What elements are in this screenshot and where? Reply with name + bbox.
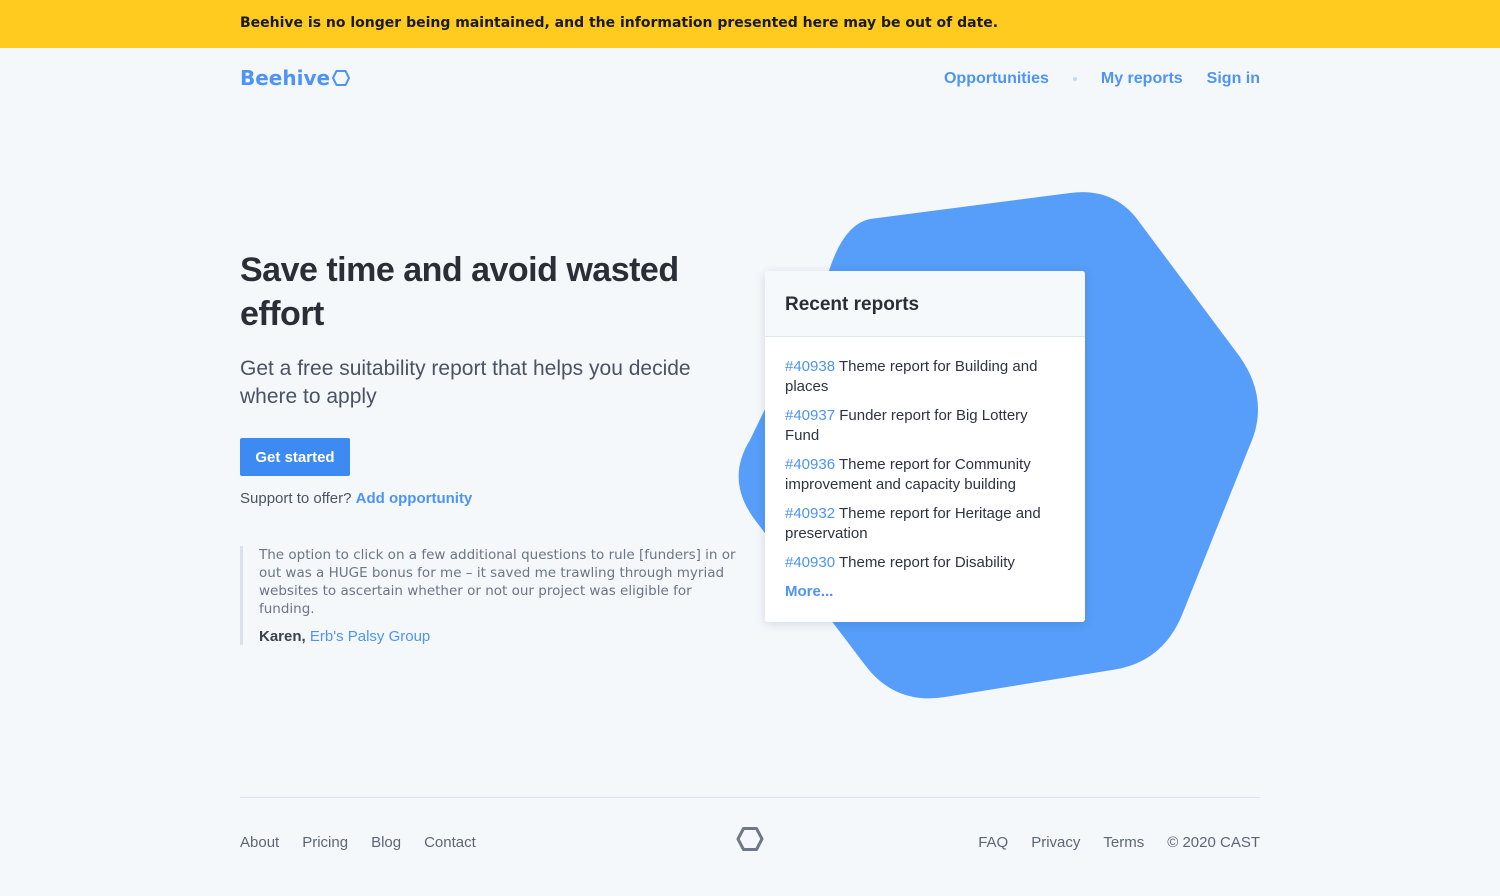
footer-link-faq[interactable]: FAQ bbox=[978, 834, 1008, 851]
footer-divider bbox=[240, 797, 1260, 798]
recent-reports-card: Recent reports #40938 Theme report for B… bbox=[765, 271, 1085, 622]
main-nav: Opportunities My reports Sign in bbox=[944, 70, 1260, 88]
report-id-link[interactable]: #40938 bbox=[785, 358, 835, 375]
footer-nav-left: About Pricing Blog Contact bbox=[240, 834, 499, 851]
more-reports-link[interactable]: More... bbox=[785, 583, 833, 600]
list-item: #40936 Theme report for Community improv… bbox=[785, 455, 1065, 495]
nav-sign-in[interactable]: Sign in bbox=[1207, 70, 1260, 88]
hero-subtitle: Get a free suitability report that helps… bbox=[240, 357, 691, 408]
nav-separator bbox=[1072, 77, 1077, 81]
get-started-button[interactable]: Get started bbox=[240, 438, 350, 476]
testimonial-quote: The option to click on a few additional … bbox=[259, 547, 736, 617]
add-opportunity-link[interactable]: Add opportunity bbox=[356, 490, 473, 507]
support-line: Support to offer? Add opportunity bbox=[240, 490, 472, 507]
support-text: Support to offer? bbox=[240, 490, 352, 507]
report-id-link[interactable]: #40932 bbox=[785, 505, 835, 522]
hexagon-icon bbox=[736, 827, 764, 851]
footer-link-contact[interactable]: Contact bbox=[424, 834, 476, 851]
logo-text: Beehive bbox=[240, 66, 331, 90]
recent-reports-list: #40938 Theme report for Building and pla… bbox=[765, 337, 1085, 573]
footer-link-blog[interactable]: Blog bbox=[371, 834, 401, 851]
nav-opportunities[interactable]: Opportunities bbox=[944, 70, 1049, 88]
report-description: Theme report for Disability bbox=[838, 554, 1015, 571]
list-item: #40937 Funder report for Big Lottery Fun… bbox=[785, 406, 1065, 446]
report-id-link[interactable]: #40936 bbox=[785, 456, 835, 473]
testimonial-organisation-link[interactable]: Erb's Palsy Group bbox=[310, 628, 430, 645]
list-item: #40930 Theme report for Disability bbox=[785, 553, 1065, 573]
copyright: © 2020 CAST bbox=[1167, 834, 1260, 851]
recent-reports-header: Recent reports bbox=[765, 271, 1085, 337]
testimonial-author: Karen, bbox=[259, 628, 306, 645]
banner-text: Beehive is no longer being maintained, a… bbox=[240, 15, 999, 31]
footer-nav-right: FAQ Privacy Terms © 2020 CAST bbox=[955, 834, 1260, 851]
footer-link-privacy[interactable]: Privacy bbox=[1031, 834, 1080, 851]
maintenance-banner: Beehive is no longer being maintained, a… bbox=[0, 0, 1500, 48]
report-id-link[interactable]: #40937 bbox=[785, 407, 835, 424]
hexagon-icon bbox=[332, 70, 351, 86]
footer-link-terms[interactable]: Terms bbox=[1103, 834, 1144, 851]
nav-my-reports[interactable]: My reports bbox=[1101, 70, 1183, 88]
list-item: #40932 Theme report for Heritage and pre… bbox=[785, 504, 1065, 544]
footer-link-about[interactable]: About bbox=[240, 834, 279, 851]
list-item: #40938 Theme report for Building and pla… bbox=[785, 357, 1065, 397]
logo[interactable]: Beehive bbox=[240, 66, 351, 90]
testimonial: The option to click on a few additional … bbox=[240, 546, 739, 645]
hero-title: Save time and avoid wasted effort bbox=[240, 251, 679, 333]
report-id-link[interactable]: #40930 bbox=[785, 554, 835, 571]
footer-link-pricing[interactable]: Pricing bbox=[302, 834, 348, 851]
recent-reports-title: Recent reports bbox=[785, 294, 920, 315]
testimonial-author-line: Karen, Erb's Palsy Group bbox=[259, 628, 739, 645]
